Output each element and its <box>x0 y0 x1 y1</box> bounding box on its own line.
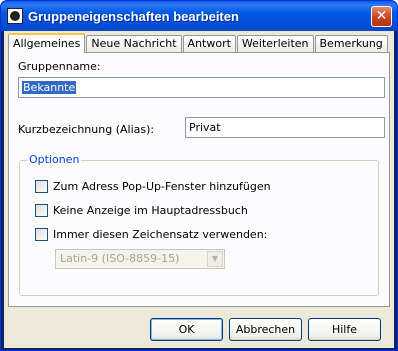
charset-select[interactable]: Latin-9 (ISO-8859-15) ▼ <box>55 249 225 269</box>
help-button[interactable]: Hilfe <box>308 318 381 341</box>
tab-allgemeines[interactable]: Allgemeines <box>8 33 86 53</box>
tab-weiterleiten[interactable]: Weiterleiten <box>236 35 314 53</box>
option-charset-row[interactable]: Immer diesen Zeichensatz verwenden: <box>35 228 267 241</box>
close-button[interactable]: ✕ <box>371 6 392 27</box>
group-name-label: Gruppenname: <box>18 60 101 73</box>
ok-button[interactable]: OK <box>150 318 223 341</box>
tab-panel-allgemeines: Gruppenname: Bekannte Kurzbezeichnung (A… <box>8 52 390 307</box>
charset-checkbox[interactable] <box>35 228 48 241</box>
tab-antwort[interactable]: Antwort <box>182 35 236 53</box>
app-icon <box>7 8 23 24</box>
tab-bemerkung[interactable]: Bemerkung <box>314 35 388 53</box>
dialog-client-area: Allgemeines Neue Nachricht Antwort Weite… <box>4 31 394 348</box>
chevron-down-icon[interactable]: ▼ <box>207 251 223 267</box>
hide-main-checkbox-label: Keine Anzeige im Hauptadressbuch <box>53 204 248 217</box>
popup-checkbox-label: Zum Adress Pop-Up-Fenster hinzufügen <box>53 180 271 193</box>
dialog-window: Gruppeneigenschaften bearbeiten ✕ Allgem… <box>0 0 398 351</box>
options-legend: Optionen <box>27 153 82 166</box>
alias-label: Kurzbezeichnung (Alias): <box>18 123 155 136</box>
charset-select-value: Latin-9 (ISO-8859-15) <box>60 252 180 265</box>
alias-field[interactable]: Privat <box>185 117 385 138</box>
group-name-field[interactable]: Bekannte <box>18 77 385 98</box>
tab-neue-nachricht[interactable]: Neue Nachricht <box>86 35 182 53</box>
option-popup-row[interactable]: Zum Adress Pop-Up-Fenster hinzufügen <box>35 180 271 193</box>
hide-main-checkbox[interactable] <box>35 204 48 217</box>
cancel-button[interactable]: Abbrechen <box>229 318 302 341</box>
popup-checkbox[interactable] <box>35 180 48 193</box>
options-groupbox: Optionen Zum Adress Pop-Up-Fenster hinzu… <box>19 153 379 296</box>
group-name-value: Bekannte <box>22 81 77 94</box>
title-bar[interactable]: Gruppeneigenschaften bearbeiten ✕ <box>1 1 397 31</box>
charset-checkbox-label: Immer diesen Zeichensatz verwenden: <box>53 228 268 241</box>
tab-strip: Allgemeines Neue Nachricht Antwort Weite… <box>8 33 389 53</box>
option-hide-main-row[interactable]: Keine Anzeige im Hauptadressbuch <box>35 204 248 217</box>
window-title: Gruppeneigenschaften bearbeiten <box>28 8 239 24</box>
